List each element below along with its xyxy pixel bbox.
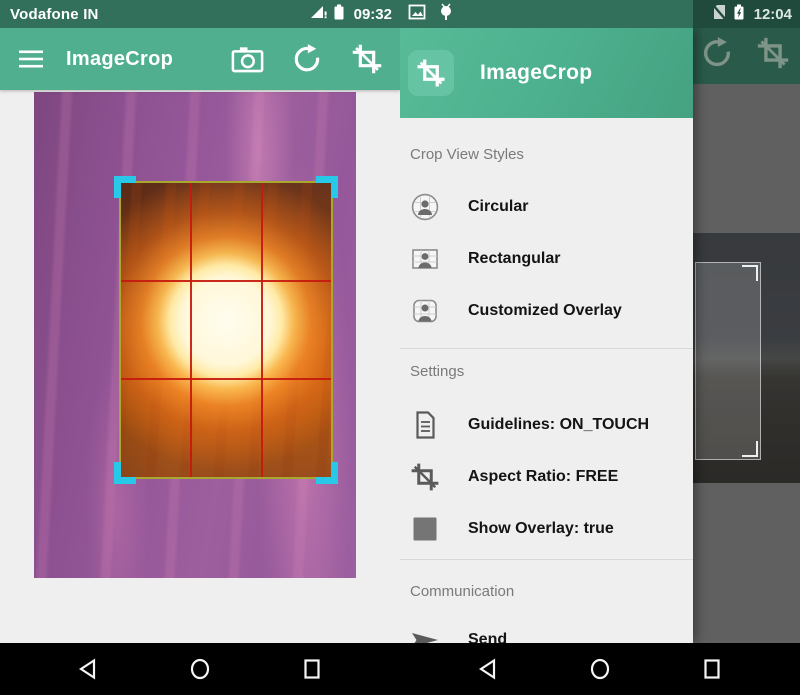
drawer-title: ImageCrop <box>480 61 592 85</box>
section-title-communication: Communication <box>400 584 693 600</box>
crop-icon[interactable] <box>348 40 386 78</box>
drawer-item-label: Circular <box>468 198 528 216</box>
home-icon[interactable] <box>170 643 230 695</box>
drawer-item-send[interactable]: Send <box>400 614 693 643</box>
camera-icon[interactable] <box>228 40 266 78</box>
divider <box>400 559 693 560</box>
drawer-item-label: Customized Overlay <box>468 302 622 320</box>
signal-icon <box>310 4 328 24</box>
person-circle-icon <box>410 192 440 222</box>
rotate-icon[interactable] <box>288 40 326 78</box>
drawer-item-label: Rectangular <box>468 250 560 268</box>
person-rectangle-icon <box>410 244 440 274</box>
battery-charging-icon <box>732 3 746 25</box>
crop-selection[interactable] <box>119 181 333 479</box>
dual-screenshot-canvas: Vodafone IN 09:32 ImageCrop <box>0 0 800 695</box>
drawer-item-label: Show Overlay: true <box>468 520 614 538</box>
right-nav-bar <box>400 643 800 695</box>
crop-grid-line <box>261 183 263 477</box>
drawer-item-label: Aspect Ratio: FREE <box>468 468 618 486</box>
left-status-bar: Vodafone IN 09:32 <box>0 0 400 28</box>
home-icon[interactable] <box>570 643 630 695</box>
rotate-icon <box>700 36 734 75</box>
menu-icon[interactable] <box>8 36 54 82</box>
right-screen: 12:04 <box>400 0 800 695</box>
left-screen: Vodafone IN 09:32 ImageCrop <box>0 0 400 695</box>
usb-debug-icon <box>438 3 454 25</box>
left-app-bar: ImageCrop <box>0 28 400 90</box>
section-title-crop-view-styles: Crop View Styles <box>400 147 693 163</box>
drawer-item-customized-overlay[interactable]: Customized Overlay <box>400 285 693 337</box>
person-rounded-icon <box>410 296 440 326</box>
crop-selection-dimmed <box>695 262 761 460</box>
drawer-item-label: Guidelines: ON_TOUCH <box>468 416 649 434</box>
section-title-settings: Settings <box>400 364 693 380</box>
crop-handle-bottom-left[interactable] <box>114 462 136 484</box>
drawer-header: ImageCrop <box>400 28 693 118</box>
back-icon[interactable] <box>58 643 118 695</box>
crop-handle-bottom-right[interactable] <box>316 462 338 484</box>
drawer-item-circular[interactable]: Circular <box>400 181 693 233</box>
carrier-label: Vodafone IN <box>10 6 99 23</box>
crop-logo-icon <box>408 50 454 96</box>
crop-grid-line <box>121 378 331 380</box>
divider <box>400 348 693 349</box>
beach-photo <box>693 233 800 483</box>
drawer-item-rectangular[interactable]: Rectangular <box>400 233 693 285</box>
crop-grid-line <box>190 183 192 477</box>
battery-icon <box>332 3 346 25</box>
crop-icon <box>410 462 440 492</box>
app-title: ImageCrop <box>66 48 173 71</box>
sunset-photo <box>34 92 356 578</box>
navigation-drawer: ImageCrop Crop View Styles Circular Rect… <box>400 28 693 643</box>
back-icon[interactable] <box>458 643 518 695</box>
crop-bracket-icon <box>742 265 758 281</box>
drawer-item-aspect-ratio[interactable]: Aspect Ratio: FREE <box>400 451 693 503</box>
status-time: 12:04 <box>754 6 792 23</box>
crop-bracket-icon <box>742 441 758 457</box>
crop-icon <box>756 36 790 75</box>
left-content-area <box>0 90 400 643</box>
drawer-item-guidelines[interactable]: Guidelines: ON_TOUCH <box>400 399 693 451</box>
no-sim-icon <box>711 3 728 25</box>
drawer-item-show-overlay[interactable]: Show Overlay: true <box>400 503 693 555</box>
right-status-bar: 12:04 <box>400 0 800 28</box>
overlay-square-icon <box>410 514 440 544</box>
screenshot-icon <box>408 4 426 24</box>
drawer-item-label: Send <box>468 631 507 643</box>
crop-grid-line <box>121 280 331 282</box>
recents-icon[interactable] <box>282 643 342 695</box>
crop-handle-top-left[interactable] <box>114 176 136 198</box>
status-time: 09:32 <box>354 6 392 23</box>
recents-icon[interactable] <box>682 643 742 695</box>
send-icon <box>410 625 440 643</box>
crop-handle-top-right[interactable] <box>316 176 338 198</box>
left-nav-bar <box>0 643 400 695</box>
document-icon <box>410 410 440 440</box>
